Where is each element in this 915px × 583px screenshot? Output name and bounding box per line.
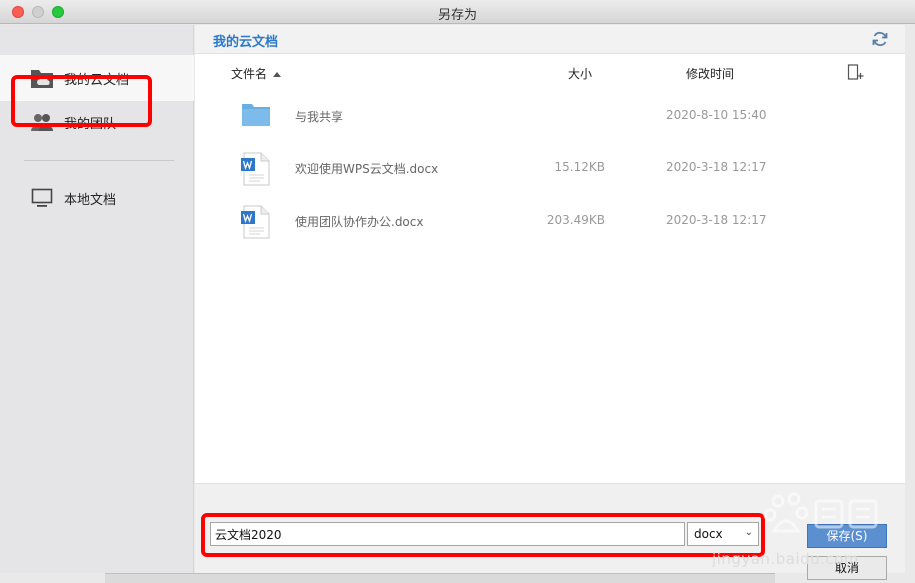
column-header-size[interactable]: 大小 (568, 65, 592, 82)
file-row[interactable]: 使用团队协作办公.docx 203.49KB 2020-3-18 12:17 (195, 195, 905, 245)
filename-input[interactable] (210, 522, 685, 546)
file-modified: 2020-3-18 12:17 (666, 160, 767, 174)
sidebar-item-label: 本地文档 (64, 192, 117, 208)
background-window-edge (105, 573, 775, 583)
file-modified: 2020-8-10 15:40 (666, 108, 767, 122)
sidebar-item-label: 我的团队 (64, 116, 117, 132)
sidebar: 我的云文档 我的团队 本地文档 (0, 25, 194, 573)
word-doc-icon (241, 205, 271, 239)
sidebar-item-label: 我的云文档 (64, 72, 130, 88)
watermark-text: jingyan.baidu.com (712, 550, 859, 568)
cloud-folder-icon (30, 66, 54, 90)
breadcrumb: 我的云文档 (195, 25, 905, 54)
refresh-icon[interactable] (871, 30, 889, 48)
team-icon (30, 110, 54, 134)
column-header-name[interactable]: 文件名 (231, 65, 282, 82)
sidebar-item-my-cloud-docs[interactable]: 我的云文档 (0, 55, 194, 101)
sidebar-item-my-team[interactable]: 我的团队 (0, 99, 194, 145)
monitor-icon (30, 186, 54, 210)
file-row[interactable]: 与我共享 2020-8-10 15:40 (195, 90, 905, 140)
folder-icon (241, 98, 271, 132)
word-doc-icon (241, 152, 271, 186)
extension-value: docx (694, 527, 723, 541)
baidu-jingyan-watermark-logo (750, 487, 910, 537)
column-header-modified[interactable]: 修改时间 (686, 65, 734, 82)
sort-ascending-icon (273, 72, 282, 77)
sidebar-divider (24, 160, 174, 161)
new-folder-icon[interactable] (847, 63, 865, 81)
sidebar-item-local-docs[interactable]: 本地文档 (0, 175, 194, 221)
file-row[interactable]: 欢迎使用WPS云文档.docx 15.12KB 2020-3-18 12:17 (195, 142, 905, 192)
title-bar[interactable]: 另存为 (0, 0, 915, 24)
file-name: 使用团队协作办公.docx (295, 215, 424, 229)
file-size: 15.12KB (554, 160, 605, 174)
file-name: 欢迎使用WPS云文档.docx (295, 162, 439, 176)
breadcrumb-current[interactable]: 我的云文档 (213, 31, 278, 50)
window-title: 另存为 (437, 8, 477, 23)
save-as-dialog: 另存为 我的云文档 我的团队 本地文档 我的云文档 文件名 大小 修改时间 与我… (0, 0, 915, 583)
file-size: 203.49KB (546, 213, 605, 227)
extension-select[interactable]: docx ⌄ (687, 522, 759, 546)
file-modified: 2020-3-18 12:17 (666, 213, 767, 227)
file-name: 与我共享 (295, 110, 344, 124)
